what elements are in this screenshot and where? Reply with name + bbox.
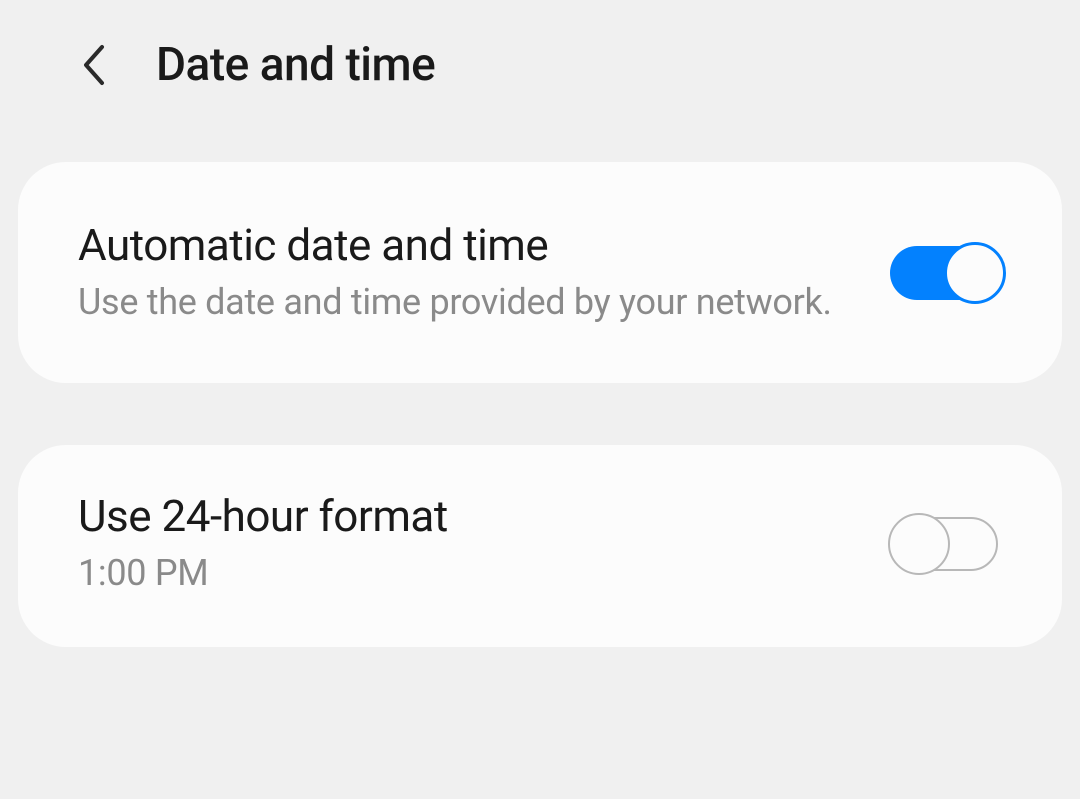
header: Date and time — [0, 0, 1080, 130]
setting-subtitle: Use the date and time provided by your n… — [78, 279, 850, 326]
setting-title: Use 24-hour format — [78, 491, 850, 542]
toggle-automatic-date-time[interactable] — [890, 240, 1006, 306]
setting-24-hour-format[interactable]: Use 24-hour format 1:00 PM — [18, 445, 1062, 646]
page-title: Date and time — [156, 38, 435, 92]
setting-title: Automatic date and time — [78, 220, 850, 271]
toggle-24-hour-format[interactable] — [890, 511, 1006, 577]
back-icon[interactable] — [78, 41, 110, 89]
setting-text: Use 24-hour format 1:00 PM — [78, 491, 850, 596]
settings-list: Automatic date and time Use the date and… — [0, 130, 1080, 647]
setting-subtitle: 1:00 PM — [78, 550, 850, 597]
setting-text: Automatic date and time Use the date and… — [78, 220, 850, 325]
setting-automatic-date-time[interactable]: Automatic date and time Use the date and… — [18, 162, 1062, 383]
